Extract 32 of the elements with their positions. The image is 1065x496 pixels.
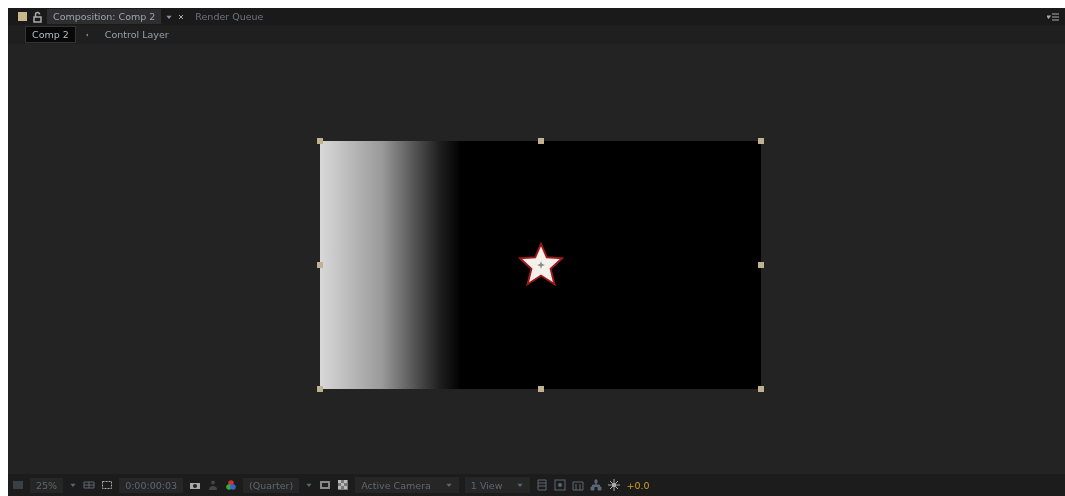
color-channels-icon[interactable]: [225, 479, 238, 491]
breadcrumb-item[interactable]: Comp 2: [25, 26, 76, 43]
selection-handle[interactable]: [317, 386, 323, 392]
monitor-icon[interactable]: [12, 479, 24, 491]
selection-handle[interactable]: [317, 138, 323, 144]
safe-area-icon[interactable]: [83, 479, 96, 491]
mask-icon[interactable]: [101, 479, 114, 491]
timecode-field[interactable]: 0:00:00:03: [119, 477, 184, 493]
panel-tab[interactable]: Composition: Comp 2: [47, 9, 162, 24]
zoom-dropdown[interactable]: 25%: [30, 477, 64, 493]
camera-dropdown[interactable]: Active Camera: [355, 477, 459, 493]
exposure-value[interactable]: +0.0: [626, 479, 650, 491]
selection-handle[interactable]: [537, 138, 544, 144]
selection-handle[interactable]: [758, 262, 764, 268]
selection-handle[interactable]: [317, 262, 323, 268]
panel-menu-icon[interactable]: [1047, 10, 1059, 23]
breadcrumb-item[interactable]: Control Layer: [97, 26, 176, 43]
lock-icon[interactable]: [31, 10, 43, 23]
star-icon: [515, 241, 566, 289]
panel-tab[interactable]: Render Queue: [189, 9, 270, 24]
view-layout-dropdown[interactable]: 1 View: [464, 477, 531, 493]
transparency-grid-icon[interactable]: [337, 479, 350, 491]
selection-handle[interactable]: [537, 386, 544, 392]
preview-icon[interactable]: [554, 479, 567, 491]
exposure-icon[interactable]: [608, 479, 621, 491]
color-swatch-icon: [18, 12, 27, 21]
person-icon[interactable]: [207, 479, 220, 491]
selection-handle[interactable]: [758, 138, 764, 144]
region-icon[interactable]: [319, 479, 332, 491]
selection-handle[interactable]: [758, 386, 764, 392]
resolution-dropdown[interactable]: (Quarter): [243, 477, 300, 493]
hierarchy-icon[interactable]: [590, 479, 603, 491]
